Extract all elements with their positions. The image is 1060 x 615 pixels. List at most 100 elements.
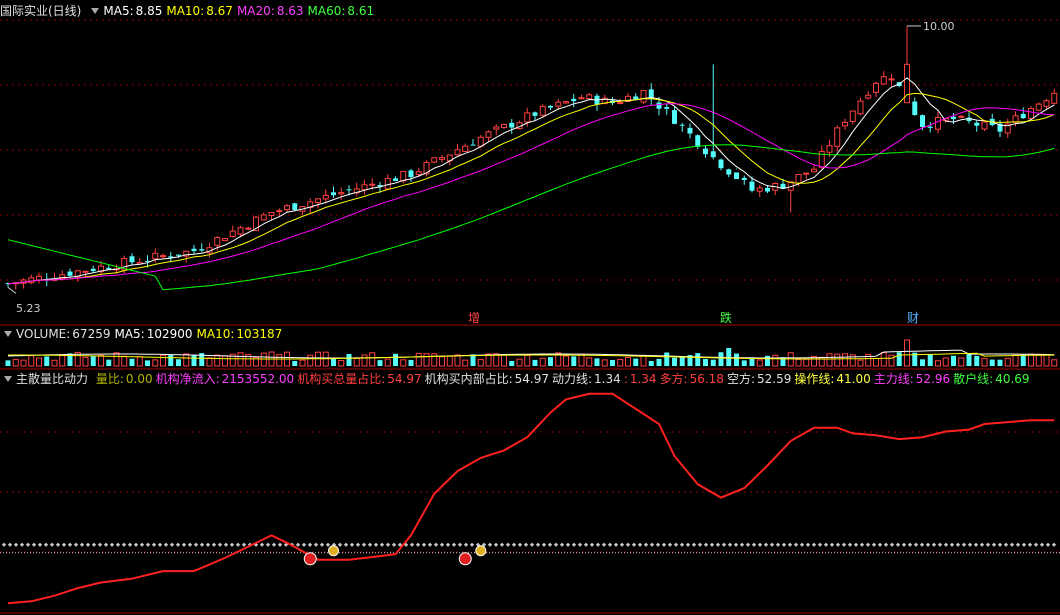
indicator-dot [937, 542, 943, 547]
indicator-item-label: 动力线: [552, 372, 593, 386]
candle-body [880, 76, 887, 85]
volume-bar [516, 358, 523, 367]
candle-body [384, 178, 391, 190]
ma5-value: 8.85 [135, 4, 163, 18]
indicator-item-value: 1.34 [629, 372, 657, 386]
dropdown-icon[interactable] [4, 376, 12, 382]
indicator-dot [205, 542, 211, 547]
indicator-dot [1033, 542, 1039, 547]
volume-bar [1012, 354, 1019, 367]
indicator-dot [265, 542, 271, 547]
volume-bar [935, 360, 941, 367]
indicator-dot [985, 542, 991, 547]
indicator-dot [697, 542, 703, 547]
indicator-dot [625, 542, 631, 547]
indicator-item-value: 52.59 [756, 372, 792, 386]
indicator-dot [1039, 542, 1045, 547]
volume-bar [292, 360, 298, 366]
indicator-dot [1021, 542, 1027, 547]
indicator-dot [457, 542, 463, 547]
dropdown-icon[interactable] [91, 8, 100, 14]
indicator-dot [193, 542, 199, 547]
candle-body [524, 112, 531, 123]
indicator-dot [1003, 542, 1009, 547]
indicator-dot [613, 542, 619, 547]
candle-body [703, 148, 708, 155]
indicator-dot [823, 542, 829, 547]
candle-body [927, 126, 933, 128]
candle-body [1020, 113, 1026, 119]
volume-bar [617, 358, 624, 367]
volume-bar [958, 357, 965, 367]
indicator-dot [85, 542, 91, 547]
indicator-item-4: 动力线: 1.34 [552, 372, 621, 386]
candle-body [501, 123, 507, 129]
candle-body [888, 78, 895, 81]
volume-bar [98, 354, 104, 367]
candle-body [842, 121, 848, 127]
indicator-dot [307, 542, 313, 547]
indicator-item-label: 量比: [95, 372, 124, 386]
candle-body [470, 144, 476, 146]
indicator-dot [175, 542, 181, 547]
indicator-dot [865, 542, 871, 547]
volume-bar [1051, 359, 1058, 367]
volume-bar [176, 359, 181, 366]
candle-body [532, 112, 538, 116]
volume-bar [260, 352, 267, 367]
volume-bar [834, 353, 841, 367]
volume-bar [183, 353, 190, 367]
volume-bar [951, 355, 956, 366]
indicator-dot [1045, 542, 1051, 547]
indicator-dot [547, 542, 553, 547]
indicator-dot [841, 542, 847, 547]
candle-body [129, 256, 135, 263]
volume-ma10-value: 103187 [236, 327, 283, 341]
candle-body [245, 227, 252, 230]
indicator-item-value: 56.18 [689, 372, 724, 386]
indicator-dot [511, 542, 517, 547]
indicator-dot [229, 542, 235, 547]
volume-bar [346, 353, 352, 366]
indicator-dot [829, 542, 835, 547]
high-price-label: 10.00 [923, 20, 955, 33]
indicator-item-7: 空方: 52.59 [727, 372, 791, 386]
indicator-item-label: 散户线: [953, 372, 994, 386]
indicator-dot [67, 542, 73, 547]
volume-bar [571, 356, 577, 366]
indicator-dot [49, 542, 55, 547]
indicator-dot [703, 542, 709, 547]
volume-bar [5, 360, 11, 366]
indicator-dot [721, 542, 727, 547]
volume-bar [974, 355, 980, 366]
indicator-item-9: 主力线: 52.96 [874, 372, 950, 386]
volume-bar [191, 354, 197, 366]
indicator-dot [211, 542, 217, 547]
indicator-dot [199, 542, 205, 547]
indicator-item-value: 40.69 [995, 372, 1030, 386]
volume-bar [664, 352, 670, 366]
dropdown-icon[interactable] [4, 331, 12, 337]
indicator-dot [217, 542, 223, 547]
indicator-dot [325, 542, 331, 547]
candle-body [555, 101, 562, 107]
volume-bar [331, 358, 336, 366]
volume-bar [1043, 354, 1050, 367]
indicator-item-6: 多方: 56.18 [660, 372, 724, 386]
stock-chart: 10.00 5.23 增 跌 财 [0, 19, 1060, 614]
indicator-dot [469, 542, 475, 547]
volume-bar [299, 359, 306, 367]
volume-bar [625, 356, 631, 367]
candle-body [400, 170, 407, 182]
ma60-label: MA60: [307, 4, 346, 18]
candle-body [857, 100, 864, 115]
volume-bar [857, 359, 864, 367]
candle-body [586, 94, 593, 100]
indicator-dot [151, 542, 157, 547]
candle-body [849, 110, 856, 123]
indicator-item-label: 操作线: [794, 372, 835, 386]
indicator-dot [235, 542, 241, 547]
volume-bar [276, 354, 283, 367]
candle-body [765, 187, 770, 192]
volume-bar [927, 354, 933, 366]
